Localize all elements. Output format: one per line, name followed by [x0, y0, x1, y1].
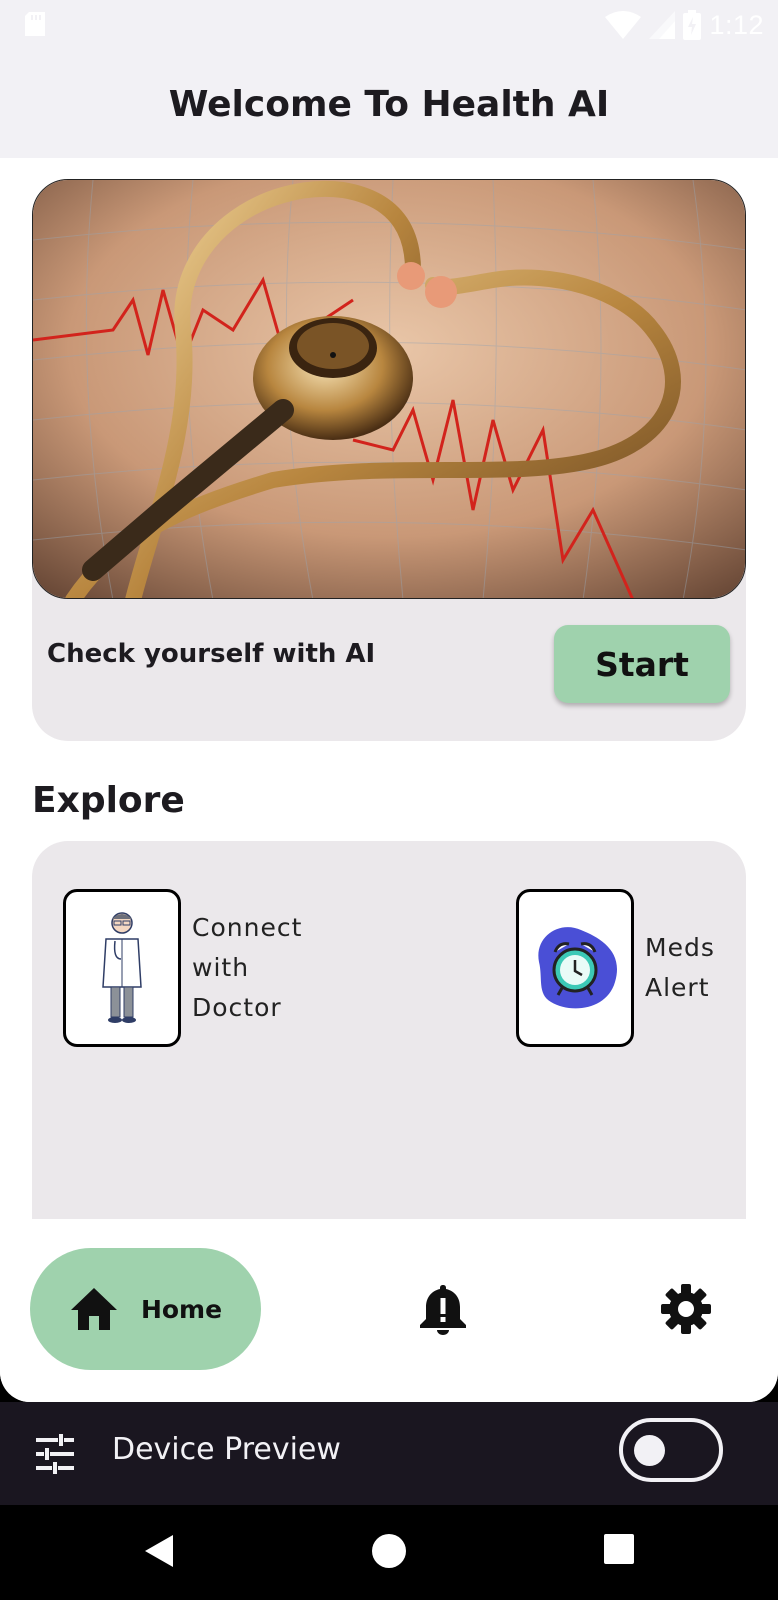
device-preview-toggle[interactable] — [619, 1418, 723, 1482]
app-body: Check yourself with AI Start Explore Con… — [0, 158, 778, 1402]
bottom-nav: Home — [0, 1219, 778, 1402]
nav-home-button[interactable]: Home — [30, 1248, 261, 1370]
signal-icon — [649, 11, 676, 39]
app-header: Welcome To Health AI — [0, 50, 778, 158]
gear-icon[interactable] — [660, 1283, 712, 1335]
connect-doctor-label: Connect with Doctor — [192, 913, 303, 1022]
sd-card-icon — [25, 12, 45, 36]
explore-title: Explore — [32, 780, 185, 821]
back-icon[interactable] — [143, 1533, 175, 1569]
system-nav-bar — [0, 1505, 778, 1600]
status-time: 1:12 — [709, 9, 764, 40]
stethoscope-heart-image — [32, 179, 746, 599]
connect-doctor-item[interactable]: Connect with Doctor — [63, 889, 302, 1047]
doctor-tile[interactable] — [63, 889, 181, 1047]
bell-alert-icon[interactable] — [418, 1283, 468, 1335]
meds-alert-item[interactable]: Meds Alert — [516, 889, 725, 1047]
device-preview-label: Device Preview — [112, 1432, 341, 1467]
doctor-icon — [102, 912, 142, 1023]
start-button[interactable]: Start — [554, 625, 730, 703]
recents-icon[interactable] — [603, 1533, 635, 1565]
nav-home-label: Home — [140, 1294, 223, 1324]
page-title: Welcome To Health AI — [168, 83, 610, 125]
hero-card: Check yourself with AI Start — [32, 179, 746, 741]
hero-text: Check yourself with AI — [47, 639, 376, 669]
wifi-icon — [605, 11, 642, 39]
meds-alert-tile[interactable] — [516, 889, 634, 1047]
alarm-clock-icon — [538, 927, 618, 1009]
meds-alert-label: Meds Alert — [645, 933, 715, 1002]
home-icon — [70, 1288, 117, 1330]
battery-charging-icon — [683, 10, 702, 40]
tune-icon[interactable] — [34, 1433, 76, 1475]
home-circle-icon[interactable] — [371, 1533, 407, 1569]
explore-panel: Connect with Doctor Meds Alert — [32, 841, 746, 1219]
status-bar: 1:12 — [0, 0, 778, 50]
device-preview-bar: Device Preview — [0, 1402, 778, 1505]
toggle-knob — [634, 1435, 665, 1466]
